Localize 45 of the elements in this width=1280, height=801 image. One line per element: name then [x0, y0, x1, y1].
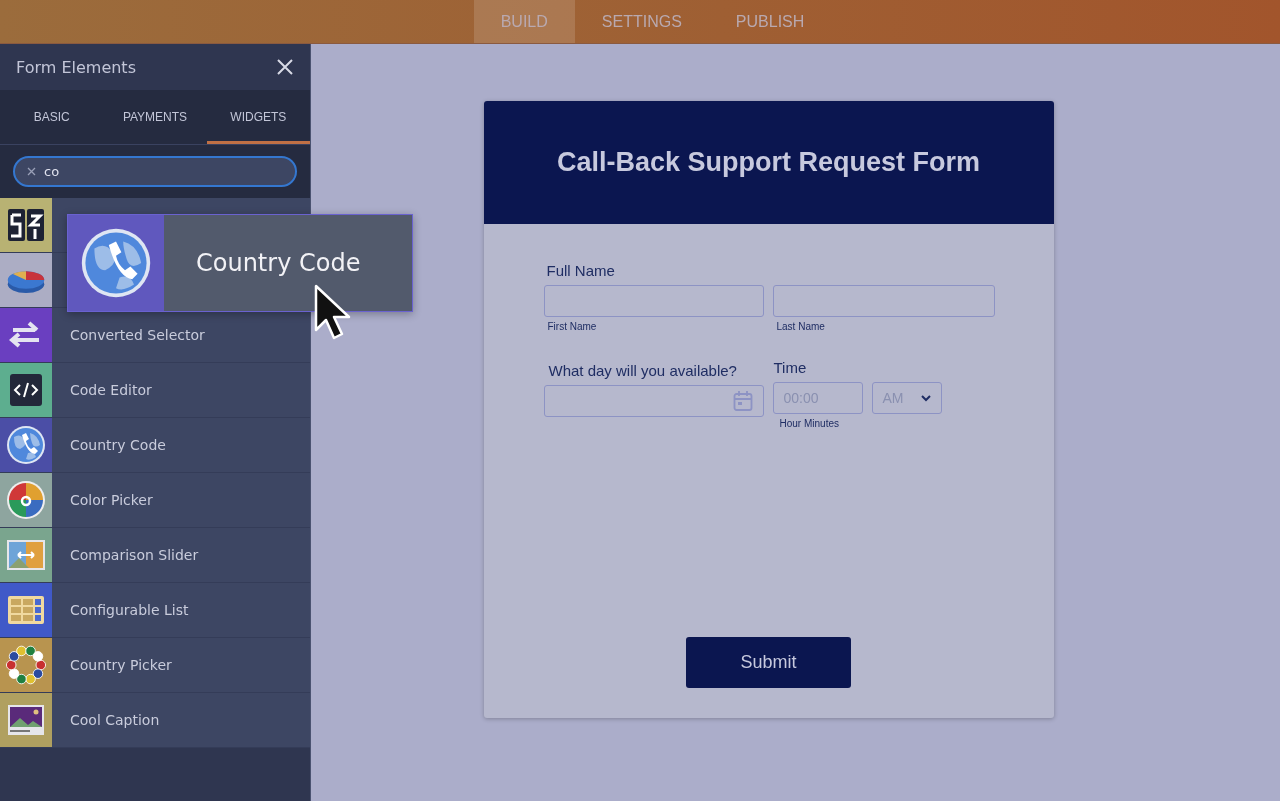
widget-list-item[interactable]: Comparison Slider	[0, 528, 310, 583]
field-sublabel: Hour Minutes	[779, 418, 840, 429]
widget-list-item[interactable]: Country Code	[0, 418, 310, 473]
last-name-field[interactable]	[772, 285, 995, 317]
widget-label: Color Picker	[69, 492, 153, 508]
dragged-widget-card[interactable]: Country Code	[67, 214, 413, 312]
widget-list-item[interactable]: Converted Selector	[0, 308, 310, 363]
widget-label: Country Picker	[69, 657, 172, 673]
widget-label: Converted Selector	[69, 327, 205, 343]
first-name-field[interactable]	[543, 285, 764, 317]
widget-list-item[interactable]: Configurable List	[0, 583, 310, 638]
widget-list-item[interactable]: Color Picker	[0, 473, 310, 528]
widget-label: Country Code	[69, 437, 166, 453]
list-grid-icon	[8, 596, 44, 624]
globe-phone-icon	[6, 425, 46, 465]
widget-label: Country Code	[196, 249, 361, 277]
panel-tab[interactable]: BASIC	[0, 90, 104, 144]
form-title: Call-Back Support Request Form	[556, 147, 981, 178]
date-field[interactable]	[543, 385, 764, 417]
field-label: Time	[773, 359, 808, 376]
widget-label: Code Editor	[69, 382, 152, 398]
field-sublabel: Last Name	[776, 321, 826, 332]
panel-title: Form Elements	[16, 57, 136, 77]
widget-label: Configurable List	[69, 602, 189, 618]
search-field[interactable]: co	[13, 156, 297, 187]
widget-list-item[interactable]: Cool Caption	[0, 693, 310, 748]
color-wheel-icon	[6, 480, 46, 520]
panel-tab[interactable]: PAYMENTS	[103, 90, 207, 144]
widget-label: Comparison Slider	[69, 547, 199, 563]
field-label: Full Name	[546, 262, 616, 279]
widget-list-item[interactable]: Country Picker	[0, 638, 310, 693]
flip-counter-icon	[7, 207, 45, 243]
chevron-down-icon	[920, 394, 931, 402]
globe-phone-icon	[80, 227, 152, 299]
clear-icon[interactable]	[27, 167, 36, 176]
code-icon	[10, 374, 42, 406]
image-compare-icon	[7, 540, 45, 570]
close-icon[interactable]	[276, 58, 294, 76]
field-sublabel: First Name	[547, 321, 598, 332]
submit-button[interactable]: Submit	[686, 637, 851, 688]
image-caption-icon	[8, 705, 44, 735]
field-label: What day will you available?	[548, 362, 738, 379]
widget-label: Cool Caption	[69, 712, 160, 728]
calendar-icon[interactable]	[732, 390, 753, 412]
widget-list-item[interactable]: Code Editor	[0, 363, 310, 418]
